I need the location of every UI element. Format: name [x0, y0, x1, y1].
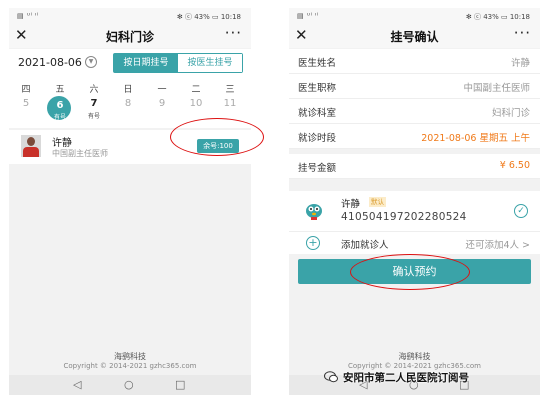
annotation-circle: [170, 118, 264, 156]
footer-copyright: Copyright © 2014-2021 gzhc365.com: [348, 362, 481, 370]
weekday-label: 二: [191, 85, 201, 95]
more-icon[interactable]: ···: [225, 24, 242, 42]
fee-label: 挂号金额: [298, 163, 337, 174]
row-value: 妇科门诊: [491, 108, 530, 119]
row-label: 医生职称: [298, 83, 337, 94]
signal-indicator: ▤ ᵁˡ ᴵˡ: [17, 12, 39, 20]
weekday-label: 日: [123, 85, 133, 95]
date-bar: 2021-08-06 ▼ 按日期挂号 按医生挂号: [9, 49, 251, 80]
info-row-time-slot: 就诊时段 2021-08-06 星期五 上午: [289, 124, 540, 149]
add-patient-label: 添加就诊人: [341, 240, 389, 251]
page-title: 挂号确认: [390, 30, 439, 44]
status-bar: ▤ ᵁˡ ᴵˡ ✻ ⓒ 43% ▭ 10:18: [9, 8, 251, 24]
annotation-circle: [350, 254, 470, 290]
patient-item[interactable]: 许静 默认 410504197202280524 ✓: [289, 191, 540, 231]
battery-time: ✻ ⓒ 43% ▭ 10:18: [465, 13, 530, 21]
account-watermark: 安阳市第二人民医院订阅号: [343, 372, 469, 384]
info-row-doctor-title: 医生职称 中国副主任医师: [289, 74, 540, 99]
footer-brand: 海鹞科技: [114, 352, 146, 361]
selected-date[interactable]: 2021-08-06: [18, 56, 82, 69]
right-phone-screen: ▤ ᵁˡ ᴵˡ ✻ ⓒ 43% ▭ 10:18 ✕ 挂号确认 ··· 医生姓名 …: [289, 8, 540, 395]
signal-indicator: ▤ ᵁˡ ᴵˡ: [297, 12, 319, 20]
add-patient-row[interactable]: + 添加就诊人 还可添加4人 >: [289, 231, 540, 254]
tab-by-date[interactable]: 按日期挂号: [114, 54, 178, 72]
info-row-department: 就诊科室 妇科门诊: [289, 99, 540, 124]
page-title: 妇科门诊: [105, 30, 154, 44]
default-badge: 默认: [369, 197, 386, 207]
title-bar: ✕ 挂号确认 ···: [289, 24, 540, 48]
patient-id-number: 410504197202280524: [341, 211, 467, 223]
battery-time: ✻ ⓒ 43% ▭ 10:18: [176, 13, 241, 21]
status-bar: ▤ ᵁˡ ᴵˡ ✻ ⓒ 43% ▭ 10:18: [289, 8, 540, 24]
doctor-title: 中国副主任医师: [52, 149, 108, 158]
row-value: 2021-08-06 星期五 上午: [421, 133, 530, 144]
info-row-fee: 挂号金额 ¥ 6.50: [289, 154, 540, 179]
row-value: 中国副主任医师: [463, 83, 530, 94]
row-label: 医生姓名: [298, 58, 337, 69]
footer-copyright: Copyright © 2014-2021 gzhc365.com: [63, 362, 197, 370]
tab-by-doctor[interactable]: 按医生挂号: [178, 54, 242, 72]
weekday-label: 一: [157, 85, 167, 95]
day-11: 11: [223, 98, 237, 109]
day-7[interactable]: 7: [77, 98, 111, 109]
recent-apps-icon[interactable]: □: [175, 378, 185, 391]
row-label: 就诊时段: [298, 133, 337, 144]
footer-brand: 海鹞科技: [398, 352, 431, 361]
day-9: 9: [158, 98, 166, 109]
add-patient-hint: 还可添加4人 >: [465, 240, 530, 251]
patient-name: 许静: [341, 199, 361, 210]
day-6[interactable]: 6: [43, 100, 77, 111]
weekday-label: 三: [225, 85, 235, 95]
check-icon[interactable]: ✓: [514, 204, 528, 218]
info-row-doctor-name: 医生姓名 许静: [289, 49, 540, 74]
wechat-logo-icon: [324, 371, 338, 383]
day-5: 5: [22, 98, 30, 109]
doctor-avatar: [21, 135, 41, 157]
row-label: 就诊科室: [298, 108, 337, 119]
fee-value: ¥ 6.50: [499, 160, 530, 171]
weekday-label: 五: [55, 85, 65, 95]
doctor-name: 许静: [52, 138, 72, 149]
day-7-status: 有号: [87, 113, 100, 120]
day-6-status: 有号: [53, 114, 66, 121]
weekday-label: 四: [21, 85, 31, 95]
home-icon[interactable]: ○: [124, 378, 134, 391]
chevron-down-icon[interactable]: ▼: [85, 56, 97, 68]
row-value: 许静: [510, 58, 530, 69]
android-nav-bar: ◁ ○ □: [9, 375, 251, 395]
left-phone-screen: ▤ ᵁˡ ᴵˡ ✻ ⓒ 43% ▭ 10:18 ✕ 妇科门诊 ··· 2021-…: [9, 8, 251, 395]
day-10: 10: [189, 98, 203, 109]
more-icon[interactable]: ···: [514, 24, 531, 42]
day-8: 8: [124, 98, 132, 109]
patient-avatar-icon: [306, 204, 322, 220]
plus-icon: +: [306, 236, 320, 250]
title-bar: ✕ 妇科门诊 ···: [9, 24, 251, 48]
weekday-label: 六: [89, 85, 99, 95]
register-mode-toggle: 按日期挂号 按医生挂号: [113, 53, 243, 73]
back-icon[interactable]: ◁: [73, 378, 81, 391]
